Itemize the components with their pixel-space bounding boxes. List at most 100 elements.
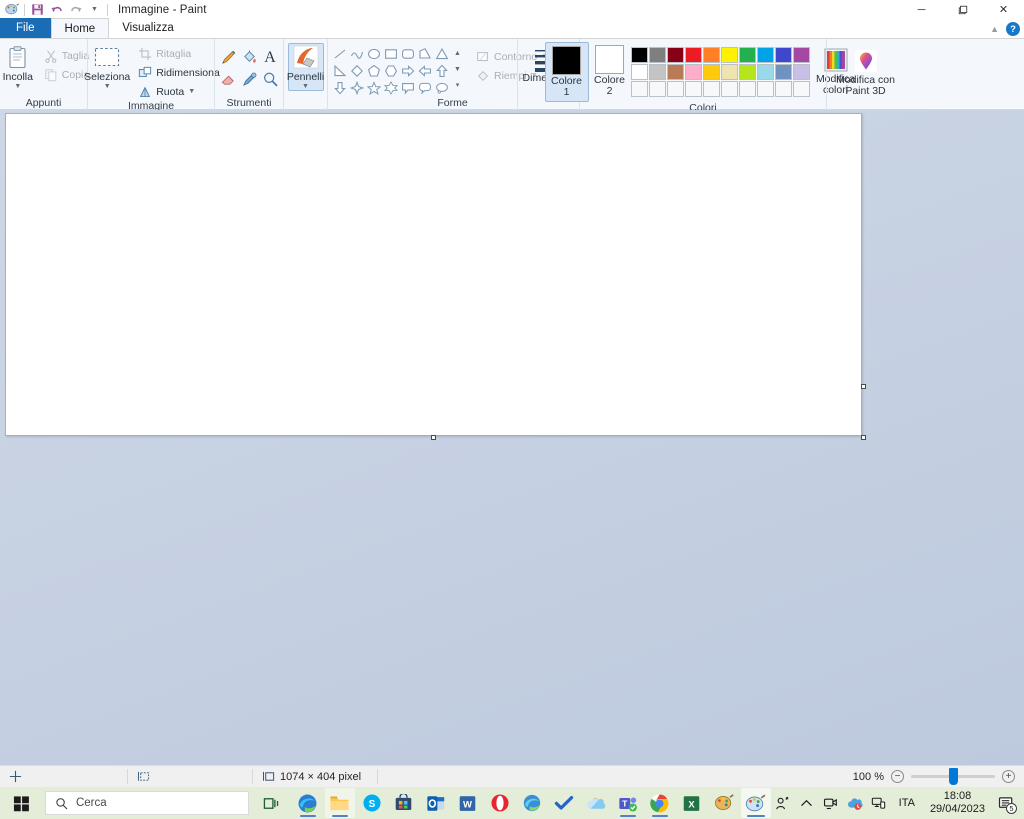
color1-button[interactable]: Colore 1 bbox=[544, 42, 589, 102]
language-indicator[interactable]: ITA bbox=[891, 797, 923, 809]
minimize-button[interactable]: ─ bbox=[901, 0, 942, 19]
palette-swatch[interactable] bbox=[666, 64, 684, 80]
show-hidden-icons-icon[interactable] bbox=[795, 787, 819, 819]
color2-button[interactable]: Colore 2 bbox=[589, 42, 631, 100]
palette-swatch[interactable] bbox=[684, 81, 702, 97]
quick-access-toolbar[interactable]: ▼ bbox=[0, 0, 110, 19]
palette-swatch[interactable] bbox=[792, 64, 810, 80]
palette-swatch[interactable] bbox=[702, 47, 720, 63]
color2-swatch[interactable] bbox=[595, 45, 624, 74]
palette-swatch[interactable] bbox=[648, 64, 666, 80]
palette-swatch[interactable] bbox=[774, 64, 792, 80]
shape-triangle[interactable] bbox=[434, 46, 450, 62]
taskbar-app-word[interactable]: W bbox=[453, 788, 483, 818]
redo-icon[interactable] bbox=[67, 1, 84, 18]
edit-with-paint3d-button[interactable]: Modifica con Paint 3D bbox=[829, 45, 903, 97]
eraser-tool[interactable] bbox=[218, 69, 238, 90]
taskbar-app-outlook[interactable] bbox=[421, 788, 451, 818]
palette-swatch[interactable] bbox=[774, 81, 792, 97]
bottom-center-handle[interactable] bbox=[431, 435, 436, 440]
palette-swatch[interactable] bbox=[630, 47, 648, 63]
scroll-down-icon[interactable]: ▼ bbox=[452, 62, 463, 77]
palette-swatch[interactable] bbox=[756, 81, 774, 97]
shape-callout-rect[interactable] bbox=[400, 80, 416, 96]
taskbar-app-edge-chromium[interactable] bbox=[517, 788, 547, 818]
shape-ellipse[interactable] bbox=[366, 46, 382, 62]
text-tool[interactable]: A bbox=[260, 47, 280, 68]
shape-arrow-left[interactable] bbox=[417, 63, 433, 79]
tab-visualizza[interactable]: Visualizza bbox=[109, 18, 187, 38]
palette-swatch[interactable] bbox=[630, 64, 648, 80]
shape-diamond[interactable] bbox=[349, 63, 365, 79]
shape-pentagon[interactable] bbox=[366, 63, 382, 79]
paste-button[interactable]: Incolla ▼ bbox=[0, 42, 41, 90]
zoom-slider-thumb[interactable] bbox=[949, 768, 958, 785]
taskbar-app-skype[interactable]: S bbox=[357, 788, 387, 818]
taskbar-app-todo[interactable] bbox=[549, 788, 579, 818]
palette-swatch[interactable] bbox=[756, 64, 774, 80]
palette-swatch[interactable] bbox=[738, 47, 756, 63]
shape-arrow-up[interactable] bbox=[434, 63, 450, 79]
maximize-button[interactable] bbox=[942, 0, 983, 19]
palette-swatch[interactable] bbox=[720, 64, 738, 80]
ribbon-tabs[interactable]: File Home Visualizza ▲ ? bbox=[0, 18, 1024, 39]
shape-polygon[interactable] bbox=[417, 46, 433, 62]
palette-swatch[interactable] bbox=[702, 64, 720, 80]
taskbar-app-paint-legacy[interactable] bbox=[709, 788, 739, 818]
task-view-icon[interactable] bbox=[257, 788, 287, 818]
shape-callout-cloud[interactable] bbox=[434, 80, 450, 96]
taskbar-app-teams[interactable]: T bbox=[613, 788, 643, 818]
shape-callout-round[interactable] bbox=[417, 80, 433, 96]
magnifier-tool[interactable] bbox=[260, 69, 280, 90]
rotate-button[interactable]: Ruota ▼ bbox=[135, 83, 223, 100]
shape-four-point-star[interactable] bbox=[349, 80, 365, 96]
shape-hexagon[interactable] bbox=[383, 63, 399, 79]
paste-caret-icon[interactable]: ▼ bbox=[14, 83, 21, 90]
search-input[interactable]: Cerca bbox=[44, 791, 249, 815]
onedrive-tray-icon[interactable] bbox=[843, 787, 867, 819]
meet-now-icon[interactable] bbox=[819, 787, 843, 819]
shape-arrow-right[interactable] bbox=[400, 63, 416, 79]
palette-swatch[interactable] bbox=[738, 64, 756, 80]
right-middle-handle[interactable] bbox=[861, 384, 866, 389]
taskbar[interactable]: Cerca S W T X ITA 18:08 29/04/2023 5 bbox=[0, 787, 1024, 819]
crop-button[interactable]: Ritaglia bbox=[135, 45, 223, 62]
clock[interactable]: 18:08 29/04/2023 bbox=[923, 790, 992, 816]
palette-swatch[interactable] bbox=[666, 47, 684, 63]
color-picker-tool[interactable] bbox=[239, 69, 259, 90]
zoom-out-button[interactable]: − bbox=[891, 770, 904, 783]
select-button[interactable]: Seleziona ▼ bbox=[79, 42, 135, 90]
taskbar-apps[interactable]: S W T X bbox=[257, 788, 771, 818]
customize-caret-icon[interactable]: ▼ bbox=[86, 1, 103, 18]
bottom-right-handle[interactable] bbox=[861, 435, 866, 440]
taskbar-app-microsoft-store[interactable] bbox=[389, 788, 419, 818]
people-icon[interactable] bbox=[771, 787, 795, 819]
pencil-tool[interactable] bbox=[218, 47, 238, 68]
taskbar-app-excel[interactable]: X bbox=[677, 788, 707, 818]
ribbon[interactable]: Incolla ▼ Taglia Copia Appunti Seleziona… bbox=[0, 39, 1024, 114]
taskbar-app-paint[interactable] bbox=[740, 788, 771, 818]
shape-line[interactable] bbox=[332, 46, 348, 62]
shape-rectangle[interactable] bbox=[383, 46, 399, 62]
palette-swatch[interactable] bbox=[702, 81, 720, 97]
canvas-work-area[interactable] bbox=[0, 110, 1024, 765]
window-controls[interactable]: ─ ✕ bbox=[901, 0, 1024, 19]
palette-swatch[interactable] bbox=[756, 47, 774, 63]
fill-tool[interactable] bbox=[239, 47, 259, 68]
taskbar-app-file-explorer[interactable] bbox=[324, 788, 355, 818]
shape-right-triangle[interactable] bbox=[332, 63, 348, 79]
taskbar-app-opera[interactable] bbox=[485, 788, 515, 818]
taskbar-app-onedrive[interactable] bbox=[581, 788, 611, 818]
shapes-grid[interactable] bbox=[332, 42, 450, 96]
select-caret-icon[interactable]: ▼ bbox=[104, 83, 111, 90]
shape-rounded-rectangle[interactable] bbox=[400, 46, 416, 62]
taskbar-app-chrome[interactable] bbox=[645, 788, 675, 818]
palette-swatch[interactable] bbox=[774, 47, 792, 63]
start-button[interactable] bbox=[0, 787, 43, 819]
taskbar-app-edge[interactable] bbox=[293, 788, 323, 818]
tab-file[interactable]: File bbox=[0, 18, 51, 38]
color-palette[interactable] bbox=[630, 42, 810, 97]
notifications-button[interactable]: 5 bbox=[992, 787, 1020, 819]
palette-swatch[interactable] bbox=[792, 47, 810, 63]
drawing-canvas[interactable] bbox=[5, 113, 862, 436]
